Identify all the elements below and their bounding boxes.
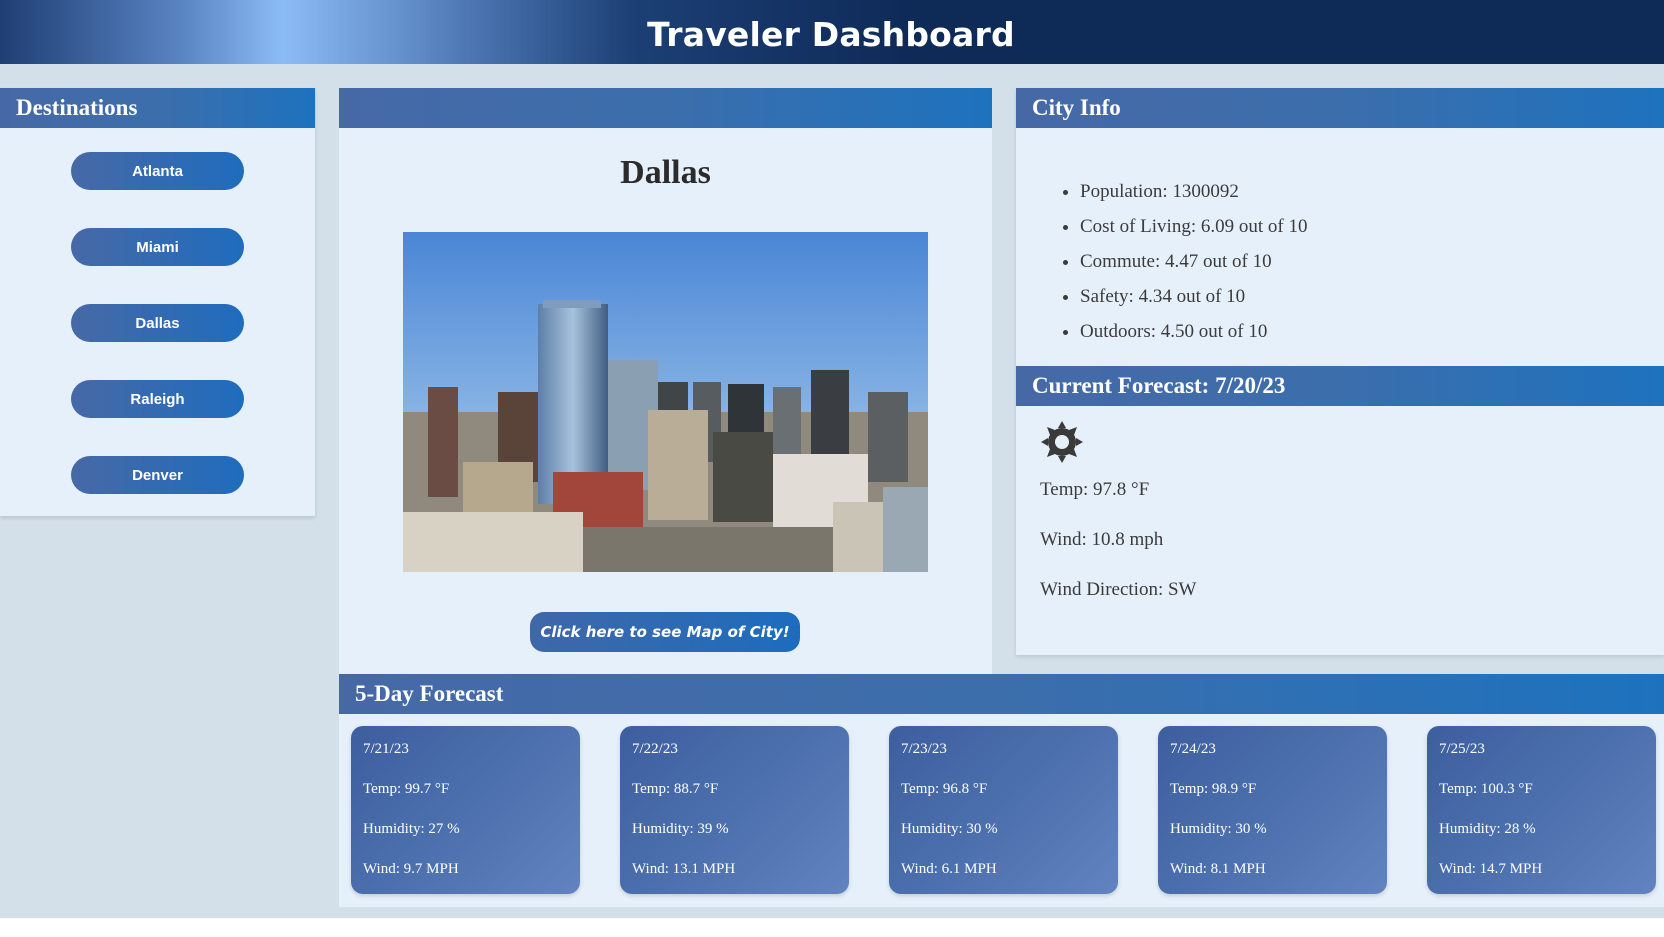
forecast-wind: Wind: 13.1 MPH bbox=[632, 861, 736, 877]
city-skyline-image bbox=[403, 232, 928, 572]
city-panel: Dallas Click here to see Map of City! bbox=[339, 88, 992, 675]
forecast-temp: Temp: 88.7 °F bbox=[632, 781, 719, 797]
forecast-humidity: Humidity: 30 % bbox=[1170, 821, 1267, 837]
forecast-temp: Temp: 96.8 °F bbox=[901, 781, 988, 797]
city-button-denver[interactable]: Denver bbox=[71, 456, 244, 494]
forecast-humidity: Humidity: 28 % bbox=[1439, 821, 1536, 837]
stat-cost-of-living: Cost of Living: 6.09 out of 10 bbox=[1080, 209, 1664, 244]
five-day-forecast-panel: 5-Day Forecast 7/21/23 Temp: 99.7 °F Hum… bbox=[339, 674, 1664, 907]
current-temp: Temp: 97.8 °F bbox=[1040, 479, 1150, 500]
map-of-city-button[interactable]: Click here to see Map of City! bbox=[530, 612, 800, 652]
dashboard-page: Traveler Dashboard Destinations Atlanta … bbox=[0, 0, 1664, 918]
city-button-miami[interactable]: Miami bbox=[71, 228, 244, 266]
five-day-heading: 5-Day Forecast bbox=[339, 674, 1664, 714]
forecast-date: 7/25/23 bbox=[1439, 741, 1485, 757]
destinations-heading: Destinations bbox=[0, 88, 315, 128]
current-forecast-heading: Current Forecast: 7/20/23 bbox=[1016, 366, 1664, 406]
city-info-panel: City Info Population: 1300092 Cost of Li… bbox=[1016, 88, 1664, 655]
forecast-humidity: Humidity: 30 % bbox=[901, 821, 998, 837]
forecast-wind: Wind: 8.1 MPH bbox=[1170, 861, 1266, 877]
forecast-card: 7/21/23 Temp: 99.7 °F Humidity: 27 % Win… bbox=[351, 726, 580, 894]
forecast-card: 7/23/23 Temp: 96.8 °F Humidity: 30 % Win… bbox=[889, 726, 1118, 894]
app-header: Traveler Dashboard bbox=[0, 0, 1664, 64]
forecast-wind: Wind: 6.1 MPH bbox=[901, 861, 997, 877]
forecast-card: 7/22/23 Temp: 88.7 °F Humidity: 39 % Win… bbox=[620, 726, 849, 894]
forecast-humidity: Humidity: 39 % bbox=[632, 821, 729, 837]
forecast-humidity: Humidity: 27 % bbox=[363, 821, 460, 837]
forecast-temp: Temp: 99.7 °F bbox=[363, 781, 450, 797]
forecast-date: 7/22/23 bbox=[632, 741, 678, 757]
stat-commute: Commute: 4.47 out of 10 bbox=[1080, 244, 1664, 279]
current-forecast-body: Temp: 97.8 °F Wind: 10.8 mph Wind Direct… bbox=[1040, 420, 1196, 628]
current-wind: Wind: 10.8 mph bbox=[1040, 529, 1164, 550]
forecast-temp: Temp: 100.3 °F bbox=[1439, 781, 1533, 797]
city-button-raleigh[interactable]: Raleigh bbox=[71, 380, 244, 418]
forecast-date: 7/24/23 bbox=[1170, 741, 1216, 757]
forecast-date: 7/23/23 bbox=[901, 741, 947, 757]
destinations-list: Atlanta Miami Dallas Raleigh Denver bbox=[0, 128, 315, 494]
stat-safety: Safety: 4.34 out of 10 bbox=[1080, 279, 1664, 314]
forecast-cards: 7/21/23 Temp: 99.7 °F Humidity: 27 % Win… bbox=[351, 726, 1664, 894]
city-name: Dallas bbox=[620, 154, 711, 191]
stat-outdoors: Outdoors: 4.50 out of 10 bbox=[1080, 314, 1664, 349]
sun-icon bbox=[1040, 420, 1084, 464]
city-stats-list: Population: 1300092 Cost of Living: 6.09… bbox=[1080, 174, 1664, 349]
city-button-dallas[interactable]: Dallas bbox=[71, 304, 244, 342]
forecast-wind: Wind: 9.7 MPH bbox=[363, 861, 459, 877]
forecast-card: 7/24/23 Temp: 98.9 °F Humidity: 30 % Win… bbox=[1158, 726, 1387, 894]
forecast-date: 7/21/23 bbox=[363, 741, 409, 757]
forecast-temp: Temp: 98.9 °F bbox=[1170, 781, 1257, 797]
forecast-wind: Wind: 14.7 MPH bbox=[1439, 861, 1543, 877]
current-wind-direction: Wind Direction: SW bbox=[1040, 579, 1197, 600]
forecast-card: 7/25/23 Temp: 100.3 °F Humidity: 28 % Wi… bbox=[1427, 726, 1656, 894]
city-info-heading: City Info bbox=[1016, 88, 1664, 128]
stat-population: Population: 1300092 bbox=[1080, 174, 1664, 209]
city-panel-heading bbox=[339, 88, 992, 128]
destinations-panel: Destinations Atlanta Miami Dallas Raleig… bbox=[0, 88, 315, 516]
city-button-atlanta[interactable]: Atlanta bbox=[71, 152, 244, 190]
page-title: Traveler Dashboard bbox=[647, 14, 1015, 54]
